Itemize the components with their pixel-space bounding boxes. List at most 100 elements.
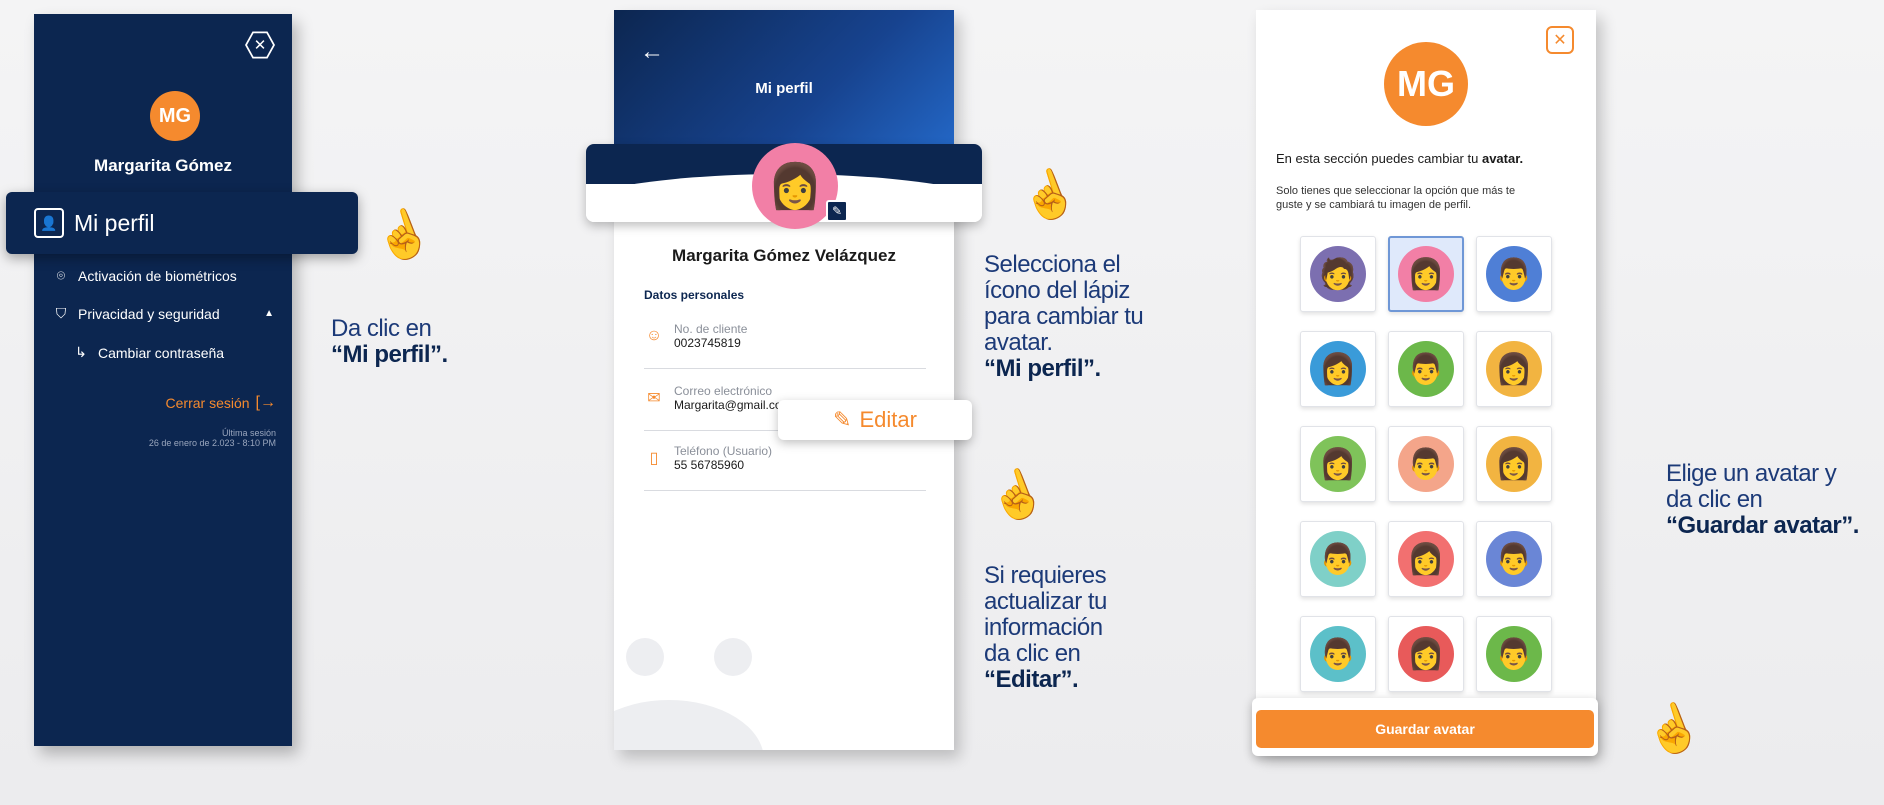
person-avatar-icon: 👩	[1398, 246, 1454, 302]
callout-step-3-bold: “Editar”.	[984, 666, 1079, 693]
field-phone-value: 55 56785960	[674, 458, 745, 472]
callout-step-4-bold: “Guardar avatar”.	[1666, 512, 1859, 539]
person-avatar-icon: 👩	[1486, 436, 1542, 492]
person-avatar-icon: 🧑	[1310, 246, 1366, 302]
callout-step-3-line: información	[984, 614, 1103, 641]
avatar-intro: En esta sección puedes cambiar tu avatar…	[1276, 151, 1523, 166]
chevron-up-icon: ▲	[264, 308, 274, 319]
avatar-option[interactable]: 👩	[1300, 331, 1376, 407]
personal-data-heading: Datos personales	[644, 288, 745, 302]
avatar-help-line: guste y se cambiará tu imagen de perfil.	[1276, 199, 1472, 211]
menu-item-mi-perfil-label: Mi perfil	[74, 209, 155, 236]
avatar-option[interactable]: 👩	[1300, 426, 1376, 502]
divider	[644, 368, 926, 369]
field-client-number-label: No. de cliente	[674, 322, 748, 336]
avatar-option[interactable]: 👨	[1388, 331, 1464, 407]
avatar-option[interactable]: 👨	[1476, 521, 1552, 597]
callout-step-2: Selecciona el ícono del lápiz para cambi…	[984, 252, 1144, 382]
decorative-circle	[626, 638, 664, 676]
field-email: ✉ Correo electrónico Margarita@gmail.co	[644, 384, 782, 412]
person-avatar-icon: 👨	[1486, 531, 1542, 587]
id-card-icon: 👤	[34, 208, 64, 238]
callout-step-3: Si requieres actualizar tu información d…	[984, 563, 1107, 693]
last-session-info: Última sesión 26 de enero de 2.023 - 8:1…	[76, 428, 276, 448]
tap-hand-icon: ☝	[1012, 160, 1085, 230]
menu-item-change-password[interactable]: ↳ Cambiar contraseña	[72, 344, 224, 361]
callout-step-1-text: Da clic en	[331, 315, 432, 342]
save-avatar-button[interactable]: Guardar avatar	[1256, 710, 1594, 748]
avatar-option[interactable]: 🧑	[1300, 236, 1376, 312]
avatar-option[interactable]: 👩	[1388, 236, 1464, 312]
woman-avatar-icon: 👩	[767, 162, 823, 211]
avatar-grid: 🧑 👩 👨 👩 👨 👩 👩 👨 👩 👨 👩 👨 👨 👩 👨	[1300, 236, 1556, 692]
user-circle-icon: ☺	[645, 327, 663, 344]
logout-label: Cerrar sesión	[165, 395, 250, 411]
fingerprint-icon: ⌾	[56, 267, 66, 283]
callout-step-3-line: actualizar tu	[984, 588, 1107, 615]
field-email-value: Margarita@gmail.co	[674, 398, 782, 412]
close-icon: ✕	[1553, 32, 1567, 49]
person-avatar-icon: 👨	[1486, 246, 1542, 302]
logout-button[interactable]: Cerrar sesión [→	[166, 394, 276, 412]
profile-full-name: Margarita Gómez Velázquez	[672, 246, 896, 265]
person-avatar-icon: 👩	[1310, 341, 1366, 397]
menu-item-privacy-label: Privacidad y seguridad	[78, 305, 220, 322]
callout-step-3-line: da clic en	[984, 640, 1081, 667]
edit-profile-label: Editar	[859, 407, 917, 432]
avatar-option[interactable]: 👨	[1388, 426, 1464, 502]
avatar-picker-panel: ✕ MG En esta sección puedes cambiar tu a…	[1256, 10, 1596, 752]
profile-panel: ← Mi perfil Margarita Gómez Velázquez Da…	[614, 10, 954, 750]
field-phone-label: Teléfono (Usuario)	[674, 444, 773, 458]
avatar-option[interactable]: 👩	[1476, 426, 1552, 502]
current-avatar: MG	[1384, 42, 1468, 126]
close-icon: ✕	[247, 33, 273, 57]
avatar-option[interactable]: 👩	[1388, 616, 1464, 692]
avatar-option[interactable]: 👨	[1476, 616, 1552, 692]
callout-step-1-bold: “Mi perfil”.	[331, 341, 448, 368]
avatar-help-text: Solo tienes que seleccionar la opción qu…	[1276, 184, 1515, 212]
avatar-option[interactable]: 👩	[1476, 331, 1552, 407]
menu-item-privacy[interactable]: ⛉ Privacidad y seguridad ▲	[52, 305, 274, 322]
avatar-intro-text: En esta sección puedes cambiar tu	[1276, 151, 1479, 166]
callout-step-2-line: para cambiar tu	[984, 303, 1144, 330]
decorative-circle	[614, 700, 764, 750]
tap-hand-icon: ☝	[980, 460, 1053, 530]
close-avatar-button[interactable]: ✕	[1546, 26, 1574, 54]
field-client-number-value: 0023745819	[674, 336, 741, 350]
pencil-icon: ✎	[833, 407, 852, 432]
return-arrow-icon: ↳	[75, 344, 87, 360]
person-avatar-icon: 👩	[1398, 531, 1454, 587]
menu-item-change-password-label: Cambiar contraseña	[98, 344, 225, 361]
callout-step-3-line: Si requieres	[984, 562, 1107, 589]
avatar-option[interactable]: 👨	[1300, 521, 1376, 597]
edit-profile-button[interactable]: ✎ Editar	[778, 400, 972, 440]
avatar-option[interactable]: 👨	[1300, 616, 1376, 692]
person-avatar-icon: 👩	[1310, 436, 1366, 492]
menu-item-biometrics[interactable]: ⌾ Activación de biométricos	[52, 267, 237, 284]
shield-icon: ⛉	[55, 305, 67, 321]
person-avatar-icon: 👩	[1398, 626, 1454, 682]
save-avatar-label: Guardar avatar	[1375, 721, 1475, 737]
person-avatar-icon: 👨	[1398, 436, 1454, 492]
callout-step-4-line: da clic en	[1666, 486, 1763, 513]
callout-step-2-line: ícono del lápiz	[984, 277, 1130, 304]
avatar-option[interactable]: 👩	[1388, 521, 1464, 597]
avatar-option[interactable]: 👨	[1476, 236, 1552, 312]
tap-hand-icon: ☝	[366, 200, 439, 270]
back-arrow-icon[interactable]: ←	[640, 38, 664, 66]
decorative-circle	[714, 638, 752, 676]
person-avatar-icon: 👩	[1486, 341, 1542, 397]
callout-step-2-bold: “Mi perfil”.	[984, 355, 1101, 382]
person-avatar-icon: 👨	[1310, 626, 1366, 682]
edit-avatar-button[interactable]: ✎	[826, 200, 848, 222]
avatar-intro-bold: avatar.	[1481, 151, 1524, 166]
menu-item-mi-perfil[interactable]: 👤 Mi perfil	[6, 192, 358, 254]
mail-icon: ✉	[647, 390, 661, 407]
person-avatar-icon: 👨	[1398, 341, 1454, 397]
callout-step-1: Da clic en “Mi perfil”.	[331, 316, 448, 368]
menu-item-biometrics-label: Activación de biométricos	[78, 267, 237, 284]
menu-avatar: MG	[150, 91, 200, 141]
field-email-label: Correo electrónico	[674, 384, 773, 398]
close-menu-button[interactable]: ✕	[245, 31, 275, 59]
profile-title: Mi perfil	[755, 80, 813, 97]
